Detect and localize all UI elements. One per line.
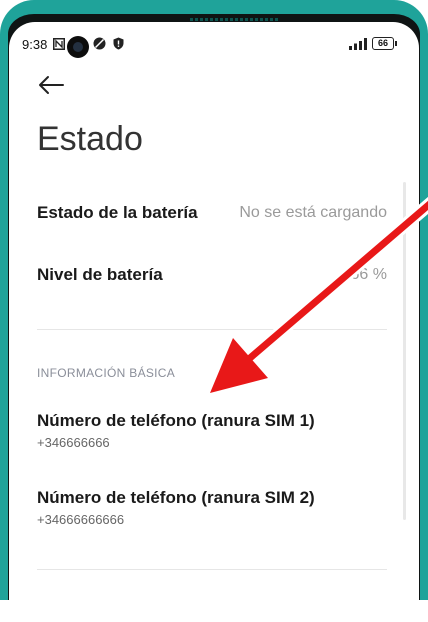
shield-icon [113, 37, 124, 55]
battery-level-label: Nivel de batería [37, 265, 163, 284]
signal-icon [349, 37, 367, 55]
sim1-phone-value: +346666666 [37, 435, 110, 450]
divider [37, 329, 387, 330]
sim2-phone-label: Número de teléfono (ranura SIM 2) [37, 488, 315, 507]
sim2-phone-value: +34666666666 [37, 512, 125, 527]
battery-icon: 66 [372, 37, 397, 50]
page-title: Estado [37, 120, 143, 158]
screen: 9:38 66 Estado Estado de la batería No s… [9, 22, 419, 622]
status-bar: 9:38 66 [9, 22, 419, 66]
battery-status-label: Estado de la batería [37, 203, 198, 222]
back-arrow-icon[interactable] [37, 74, 65, 96]
divider [37, 569, 387, 570]
scrollbar[interactable] [403, 182, 406, 520]
battery-status-value: No se está cargando [239, 204, 387, 221]
battery-level-value: 66 % [350, 266, 387, 283]
section-header-basic-info: INFORMACIÓN BÁSICA [37, 366, 176, 380]
sim1-phone-label: Número de teléfono (ranura SIM 1) [37, 411, 315, 430]
nfc-icon [53, 37, 65, 55]
camera-icon [67, 36, 89, 58]
status-time: 9:38 [22, 37, 48, 52]
speaker-grille [190, 18, 280, 21]
dark-mode-icon [93, 37, 106, 55]
